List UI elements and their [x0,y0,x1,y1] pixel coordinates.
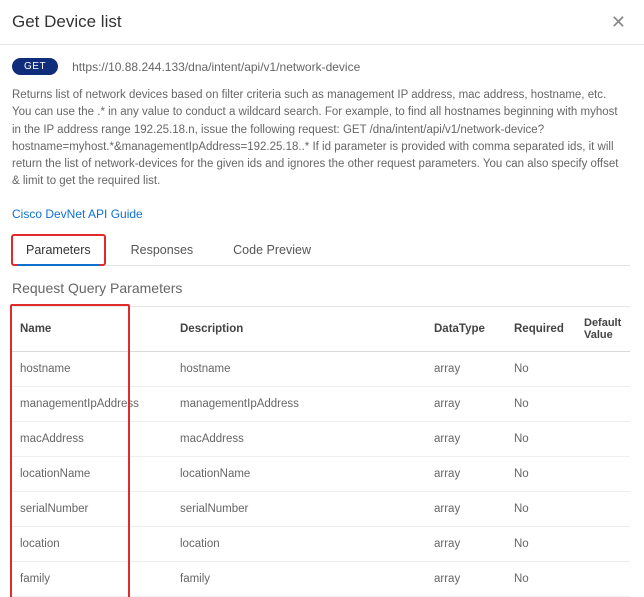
table-row: macAddressmacAddressarrayNo [12,421,630,456]
cell-required: No [506,351,576,386]
col-header-required: Required [506,306,576,351]
cell-datatype: array [426,351,506,386]
cell-datatype: array [426,421,506,456]
col-header-default: Default Value [576,306,630,351]
cell-name: location [12,526,172,561]
cell-datatype: array [426,526,506,561]
table-row: locationlocationarrayNo [12,526,630,561]
modal-title: Get Device list [12,12,122,32]
table-wrapper: Name Description DataType Required Defau… [12,306,630,597]
cell-name: macAddress [12,421,172,456]
col-header-datatype: DataType [426,306,506,351]
col-header-description: Description [172,306,426,351]
cell-name: serialNumber [12,491,172,526]
cell-default [576,491,630,526]
close-icon: ✕ [611,12,626,32]
cell-description: serialNumber [172,491,426,526]
endpoint-description: Returns list of network devices based on… [12,87,622,191]
tab-label: Responses [131,243,194,257]
col-header-name: Name [12,306,172,351]
tab-code-preview[interactable]: Code Preview [219,235,325,265]
cell-description: macAddress [172,421,426,456]
cell-default [576,526,630,561]
modal-scroll-area[interactable]: GET https://10.88.244.133/dna/intent/api… [0,44,644,597]
api-guide-link[interactable]: Cisco DevNet API Guide [12,207,143,221]
table-row: serialNumberserialNumberarrayNo [12,491,630,526]
cell-required: No [506,386,576,421]
cell-description: family [172,561,426,596]
cell-required: No [506,456,576,491]
tabs-bar: Parameters Responses Code Preview [12,235,630,266]
cell-required: No [506,491,576,526]
modal-header: Get Device list ✕ [0,0,644,45]
tab-parameters[interactable]: Parameters [12,235,105,265]
endpoint-row: GET https://10.88.244.133/dna/intent/api… [12,58,630,75]
tab-label: Code Preview [233,243,311,257]
cell-default [576,456,630,491]
cell-datatype: array [426,386,506,421]
table-row: hostnamehostnamearrayNo [12,351,630,386]
table-header-row: Name Description DataType Required Defau… [12,306,630,351]
cell-description: hostname [172,351,426,386]
section-title: Request Query Parameters [12,280,630,296]
cell-required: No [506,561,576,596]
table-row: familyfamilyarrayNo [12,561,630,596]
cell-datatype: array [426,456,506,491]
modal-content: GET https://10.88.244.133/dna/intent/api… [0,44,634,597]
table-row: managementIpAddressmanagementIpAddressar… [12,386,630,421]
cell-description: managementIpAddress [172,386,426,421]
http-method-badge: GET [12,58,58,75]
cell-description: location [172,526,426,561]
endpoint-url: https://10.88.244.133/dna/intent/api/v1/… [72,60,360,74]
table-row: locationNamelocationNamearrayNo [12,456,630,491]
cell-datatype: array [426,491,506,526]
cell-default [576,561,630,596]
cell-name: managementIpAddress [12,386,172,421]
tab-label: Parameters [26,243,91,257]
cell-default [576,386,630,421]
parameters-table: Name Description DataType Required Defau… [12,306,630,597]
cell-name: family [12,561,172,596]
cell-required: No [506,421,576,456]
cell-name: locationName [12,456,172,491]
tab-responses[interactable]: Responses [117,235,208,265]
cell-description: locationName [172,456,426,491]
cell-default [576,351,630,386]
cell-default [576,421,630,456]
cell-required: No [506,526,576,561]
cell-name: hostname [12,351,172,386]
cell-datatype: array [426,561,506,596]
close-button[interactable]: ✕ [607,13,630,31]
modal-dialog: Get Device list ✕ GET https://10.88.244.… [0,0,644,597]
